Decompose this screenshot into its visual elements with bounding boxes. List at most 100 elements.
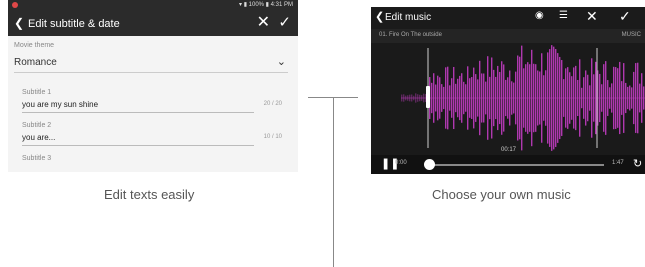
waveform-bar	[573, 67, 575, 129]
edit-subtitle-screen: ▾ ▮ 100% ▮ 4:31 PM ❮ Edit subtitle & dat…	[8, 0, 298, 172]
theme-dropdown[interactable]: Romance ⌄	[14, 54, 288, 73]
waveform-bar	[621, 81, 623, 115]
waveform-bar	[477, 79, 479, 117]
waveform-bar	[493, 69, 495, 127]
total-time: 1:47	[612, 160, 624, 166]
waveform-bar	[403, 94, 405, 102]
preview-eye-icon[interactable]: ◉	[535, 10, 544, 21]
repeat-icon[interactable]: ↻	[633, 157, 642, 170]
waveform-bar	[525, 64, 527, 132]
waveform-bar	[411, 94, 413, 102]
waveform-bar	[585, 70, 587, 126]
waveform-bar	[587, 74, 589, 122]
waveform-bar	[559, 56, 561, 140]
waveform-bar	[539, 71, 541, 125]
waveform-bar	[515, 71, 517, 125]
waveform-bar	[471, 77, 473, 119]
waveform-bar	[433, 73, 435, 123]
waveform-bar	[641, 73, 643, 123]
waveform-bar	[407, 95, 409, 101]
waveform-bar	[455, 83, 457, 113]
waveform-bar	[557, 53, 559, 143]
waveform-bar	[527, 62, 529, 134]
waveform-bar	[449, 85, 451, 111]
check-icon[interactable]: ✓	[619, 8, 631, 25]
waveform-bar	[517, 55, 519, 141]
waveform-bar	[459, 75, 461, 121]
waveform-bar	[521, 45, 523, 151]
waveform-bar	[603, 64, 605, 132]
close-icon[interactable]: ✕	[586, 8, 598, 25]
waveform-bar	[543, 75, 545, 121]
waveform-bar	[467, 66, 469, 130]
notification-dot-icon	[12, 2, 18, 8]
subtitle-2-value: you are...	[22, 133, 56, 142]
waveform-bar	[491, 57, 493, 139]
waveform-bar	[479, 60, 481, 136]
waveform-bar	[631, 87, 633, 109]
source-label[interactable]: MUSIC	[622, 32, 641, 38]
waveform-bar	[551, 45, 553, 151]
waveform-bar	[545, 70, 547, 126]
waveform-bar	[435, 84, 437, 112]
subtitle-1-input[interactable]: you are my sun shine	[22, 99, 254, 113]
playlist-icon[interactable]: ☰	[559, 10, 568, 21]
theme-label: Movie theme	[14, 42, 55, 49]
subtitle-1-count: 20 / 20	[263, 101, 282, 107]
subtitle-3-input[interactable]	[22, 165, 254, 172]
waveform[interactable]	[371, 43, 645, 153]
waveform-bar	[537, 70, 539, 126]
waveform-bar	[413, 95, 415, 101]
waveform-bar	[555, 49, 557, 147]
screen-title: Edit music	[385, 12, 432, 23]
waveform-bar	[447, 66, 449, 130]
track-name[interactable]: 01. Fire On The outside	[379, 32, 442, 38]
seek-track[interactable]	[429, 164, 604, 166]
back-arrow-icon[interactable]: ❮	[375, 10, 384, 23]
waveform-bar	[453, 66, 455, 130]
waveform-bar	[529, 64, 531, 132]
waveform-bar	[497, 65, 499, 131]
waveform-bar	[593, 74, 595, 122]
waveform-bar	[519, 56, 521, 140]
playback-bar: ❚❚ 0:00 1:47 ↻	[371, 155, 645, 174]
waveform-bar	[563, 79, 565, 117]
waveform-bar	[463, 81, 465, 115]
track-bar: 01. Fire On The outside MUSIC	[371, 29, 645, 43]
waveform-bar	[533, 63, 535, 133]
current-time: 0:00	[395, 160, 407, 166]
seek-knob[interactable]	[424, 159, 435, 170]
waveform-bar	[595, 61, 597, 135]
close-icon[interactable]: ✕	[257, 14, 270, 32]
waveform-bar	[483, 73, 485, 123]
waveform-bar	[401, 94, 403, 102]
waveform-bar	[405, 95, 407, 101]
waveform-bar	[461, 73, 463, 123]
waveform-bar	[509, 70, 511, 126]
waveform-bar	[535, 64, 537, 132]
waveform-bar	[601, 84, 603, 112]
status-bar: ▾ ▮ 100% ▮ 4:31 PM	[8, 0, 298, 10]
waveform-bar	[589, 85, 591, 111]
subtitle-2-input[interactable]: you are...	[22, 132, 254, 146]
waveform-bar	[611, 83, 613, 113]
waveform-bar	[507, 77, 509, 119]
waveform-bar	[409, 94, 411, 102]
subtitle-1-value: you are my sun shine	[22, 100, 99, 109]
waveform-bar	[495, 76, 497, 120]
waveform-bar	[437, 75, 439, 121]
waveform-bar	[569, 72, 571, 124]
edit-music-screen: ❮ Edit music ◉ ☰ ✕ ✓ 01. Fire On The out…	[371, 7, 645, 174]
toolbar: ❮ Edit subtitle & date ✕ ✓	[8, 10, 298, 36]
chevron-down-icon: ⌄	[276, 55, 286, 68]
waveform-bar	[565, 68, 567, 128]
subtitle-1-label: Subtitle 1	[22, 89, 52, 96]
waveform-bar	[643, 86, 645, 110]
waveform-bar	[505, 79, 507, 117]
waveform-bar	[583, 77, 585, 119]
waveform-bar	[501, 61, 503, 135]
subtitle-3-label: Subtitle 3	[22, 155, 52, 162]
waveform-bar	[625, 82, 627, 114]
back-arrow-icon[interactable]: ❮	[14, 16, 24, 30]
check-icon[interactable]: ✓	[278, 14, 291, 32]
